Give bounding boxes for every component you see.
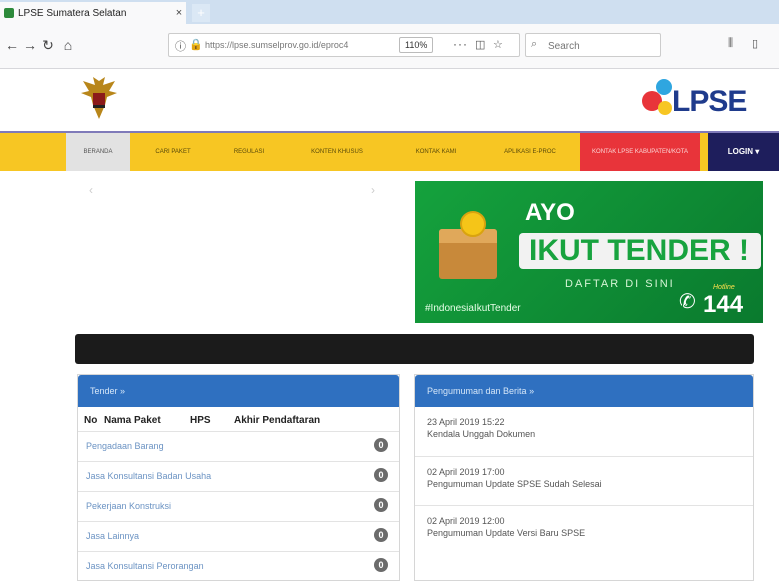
count-badge: 0	[374, 438, 388, 452]
news-date: 02 April 2019 17:00	[427, 467, 505, 477]
menu-item-kontak-lpse-kabkota[interactable]: KONTAK LPSE KABUPATEN/KOTA	[580, 133, 700, 171]
hotline-label: Hotline	[713, 284, 735, 291]
banner-line1: AYO	[525, 199, 575, 226]
news-item[interactable]: 23 April 2019 15:22 Kendala Unggah Dokum…	[415, 407, 753, 456]
tender-panel-title[interactable]: Tender »	[78, 375, 399, 407]
col-akhir-pendaftaran: Akhir Pendaftaran	[234, 415, 321, 426]
reload-icon[interactable]: ↻	[40, 37, 56, 53]
list-item-label[interactable]: Jasa Konsultansi Badan Usaha	[86, 471, 211, 481]
news-panel: Pengumuman dan Berita » 23 April 2019 15…	[414, 374, 754, 581]
menu-item-aplikasi-eproc[interactable]: APLIKASI E-PROC	[486, 133, 574, 171]
sidebar-icon[interactable]: ▯	[752, 37, 758, 50]
ikut-tender-banner[interactable]: AYO IKUT TENDER ! DAFTAR DI SINI #Indone…	[415, 181, 763, 323]
library-icon[interactable]: ⫼	[728, 37, 733, 50]
search-bar[interactable]: ⌕	[525, 33, 661, 57]
banner-hashtag: #IndonesiaIkutTender	[425, 303, 521, 314]
slider-next-icon[interactable]: ›	[371, 183, 375, 197]
image-slider: ‹ ›	[75, 175, 415, 325]
announcement-bar	[75, 334, 754, 364]
count-badge: 0	[374, 528, 388, 542]
list-item[interactable]: Jasa Lainnya 0	[78, 521, 399, 551]
menu-item-konten-khusus[interactable]: KONTEN KHUSUS	[290, 133, 384, 171]
list-item-label[interactable]: Jasa Lainnya	[86, 531, 139, 541]
news-title[interactable]: Kendala Unggah Dokumen	[427, 429, 535, 439]
address-bar[interactable]: ⓘ 🔒 https://lpse.sumselprov.go.id/eproc4…	[168, 33, 520, 57]
tender-table-header: No Nama Paket HPS Akhir Pendaftaran	[78, 407, 399, 431]
search-input[interactable]	[546, 37, 658, 55]
lpse-logo-text: LPSE	[672, 85, 747, 118]
new-tab-button[interactable]: +	[192, 4, 210, 22]
tender-panel: Tender » No Nama Paket HPS Akhir Pendaft…	[77, 374, 400, 581]
count-badge: 0	[374, 498, 388, 512]
hotline-number: 144	[703, 291, 744, 318]
forward-icon[interactable]: →	[22, 37, 38, 53]
browser-tab[interactable]: LPSE Sumatera Selatan ×	[0, 2, 186, 24]
menu-item-kontak-kami[interactable]: KONTAK KAMI	[394, 133, 478, 171]
news-date: 02 April 2019 12:00	[427, 516, 505, 526]
tab-title: LPSE Sumatera Selatan	[18, 7, 127, 19]
url-text[interactable]: https://lpse.sumselprov.go.id/eproc4	[205, 40, 348, 50]
col-no: No	[84, 415, 98, 426]
zoom-level-button[interactable]: 110%	[399, 37, 434, 53]
home-icon[interactable]: ⌂	[60, 37, 76, 53]
list-item-label[interactable]: Pengadaan Barang	[86, 441, 164, 451]
browser-tab-bar: LPSE Sumatera Selatan × +	[0, 0, 779, 24]
site-favicon-icon	[4, 8, 14, 18]
list-item[interactable]: Jasa Konsultansi Badan Usaha 0	[78, 461, 399, 491]
list-item-label[interactable]: Pekerjaan Konstruksi	[86, 501, 171, 511]
main-menu: BERANDA CARI PAKET REGULASI KONTEN KHUSU…	[0, 131, 779, 171]
count-badge: 0	[374, 468, 388, 482]
col-hps: HPS	[190, 415, 211, 426]
lock-icon: 🔒	[189, 39, 203, 51]
list-item[interactable]: Pengadaan Barang 0	[78, 431, 399, 461]
news-date: 23 April 2019 15:22	[427, 417, 505, 427]
login-button[interactable]: LOGIN ▾	[708, 133, 779, 171]
menu-item-cari-paket[interactable]: CARI PAKET	[138, 133, 208, 171]
search-icon: ⌕	[531, 38, 538, 50]
back-icon[interactable]: ←	[4, 37, 20, 53]
menu-item-regulasi[interactable]: REGULASI	[214, 133, 284, 171]
coin-icon	[460, 211, 486, 237]
news-title[interactable]: Pengumuman Update SPSE Sudah Selesai	[427, 479, 602, 489]
news-title[interactable]: Pengumuman Update Versi Baru SPSE	[427, 528, 585, 538]
list-item[interactable]: Pekerjaan Konstruksi 0	[78, 491, 399, 521]
banner-line3: DAFTAR DI SINI	[565, 278, 675, 290]
list-item[interactable]: Jasa Konsultansi Perorangan 0	[78, 551, 399, 581]
col-nama-paket: Nama Paket	[104, 415, 161, 426]
slider-prev-icon[interactable]: ‹	[89, 183, 93, 197]
bookmark-star-icon[interactable]: ☆	[493, 38, 503, 51]
site-header: LPSE	[0, 69, 779, 131]
pocket-icon[interactable]: ◫	[475, 38, 485, 51]
news-item[interactable]: 02 April 2019 17:00 Pengumuman Update SP…	[415, 456, 753, 505]
list-item-label[interactable]: Jasa Konsultansi Perorangan	[86, 561, 204, 571]
package-box-icon	[439, 229, 497, 279]
lpse-logo[interactable]: LPSE	[626, 77, 756, 118]
news-item[interactable]: 02 April 2019 12:00 Pengumuman Update Ve…	[415, 505, 753, 554]
page-info-icon[interactable]: ⓘ	[175, 38, 186, 54]
phone-icon: ✆	[679, 291, 696, 313]
page-actions-icon[interactable]: ···	[453, 37, 468, 51]
browser-toolbar: ← → ↻ ⌂ ⓘ 🔒 https://lpse.sumselprov.go.i…	[0, 24, 779, 69]
menu-item-beranda[interactable]: BERANDA	[66, 133, 130, 171]
count-badge: 0	[374, 558, 388, 572]
banner-line2: IKUT TENDER !	[519, 233, 761, 269]
news-panel-title[interactable]: Pengumuman dan Berita »	[415, 375, 753, 407]
garuda-emblem-icon	[81, 77, 117, 119]
tab-close-icon[interactable]: ×	[172, 7, 186, 19]
